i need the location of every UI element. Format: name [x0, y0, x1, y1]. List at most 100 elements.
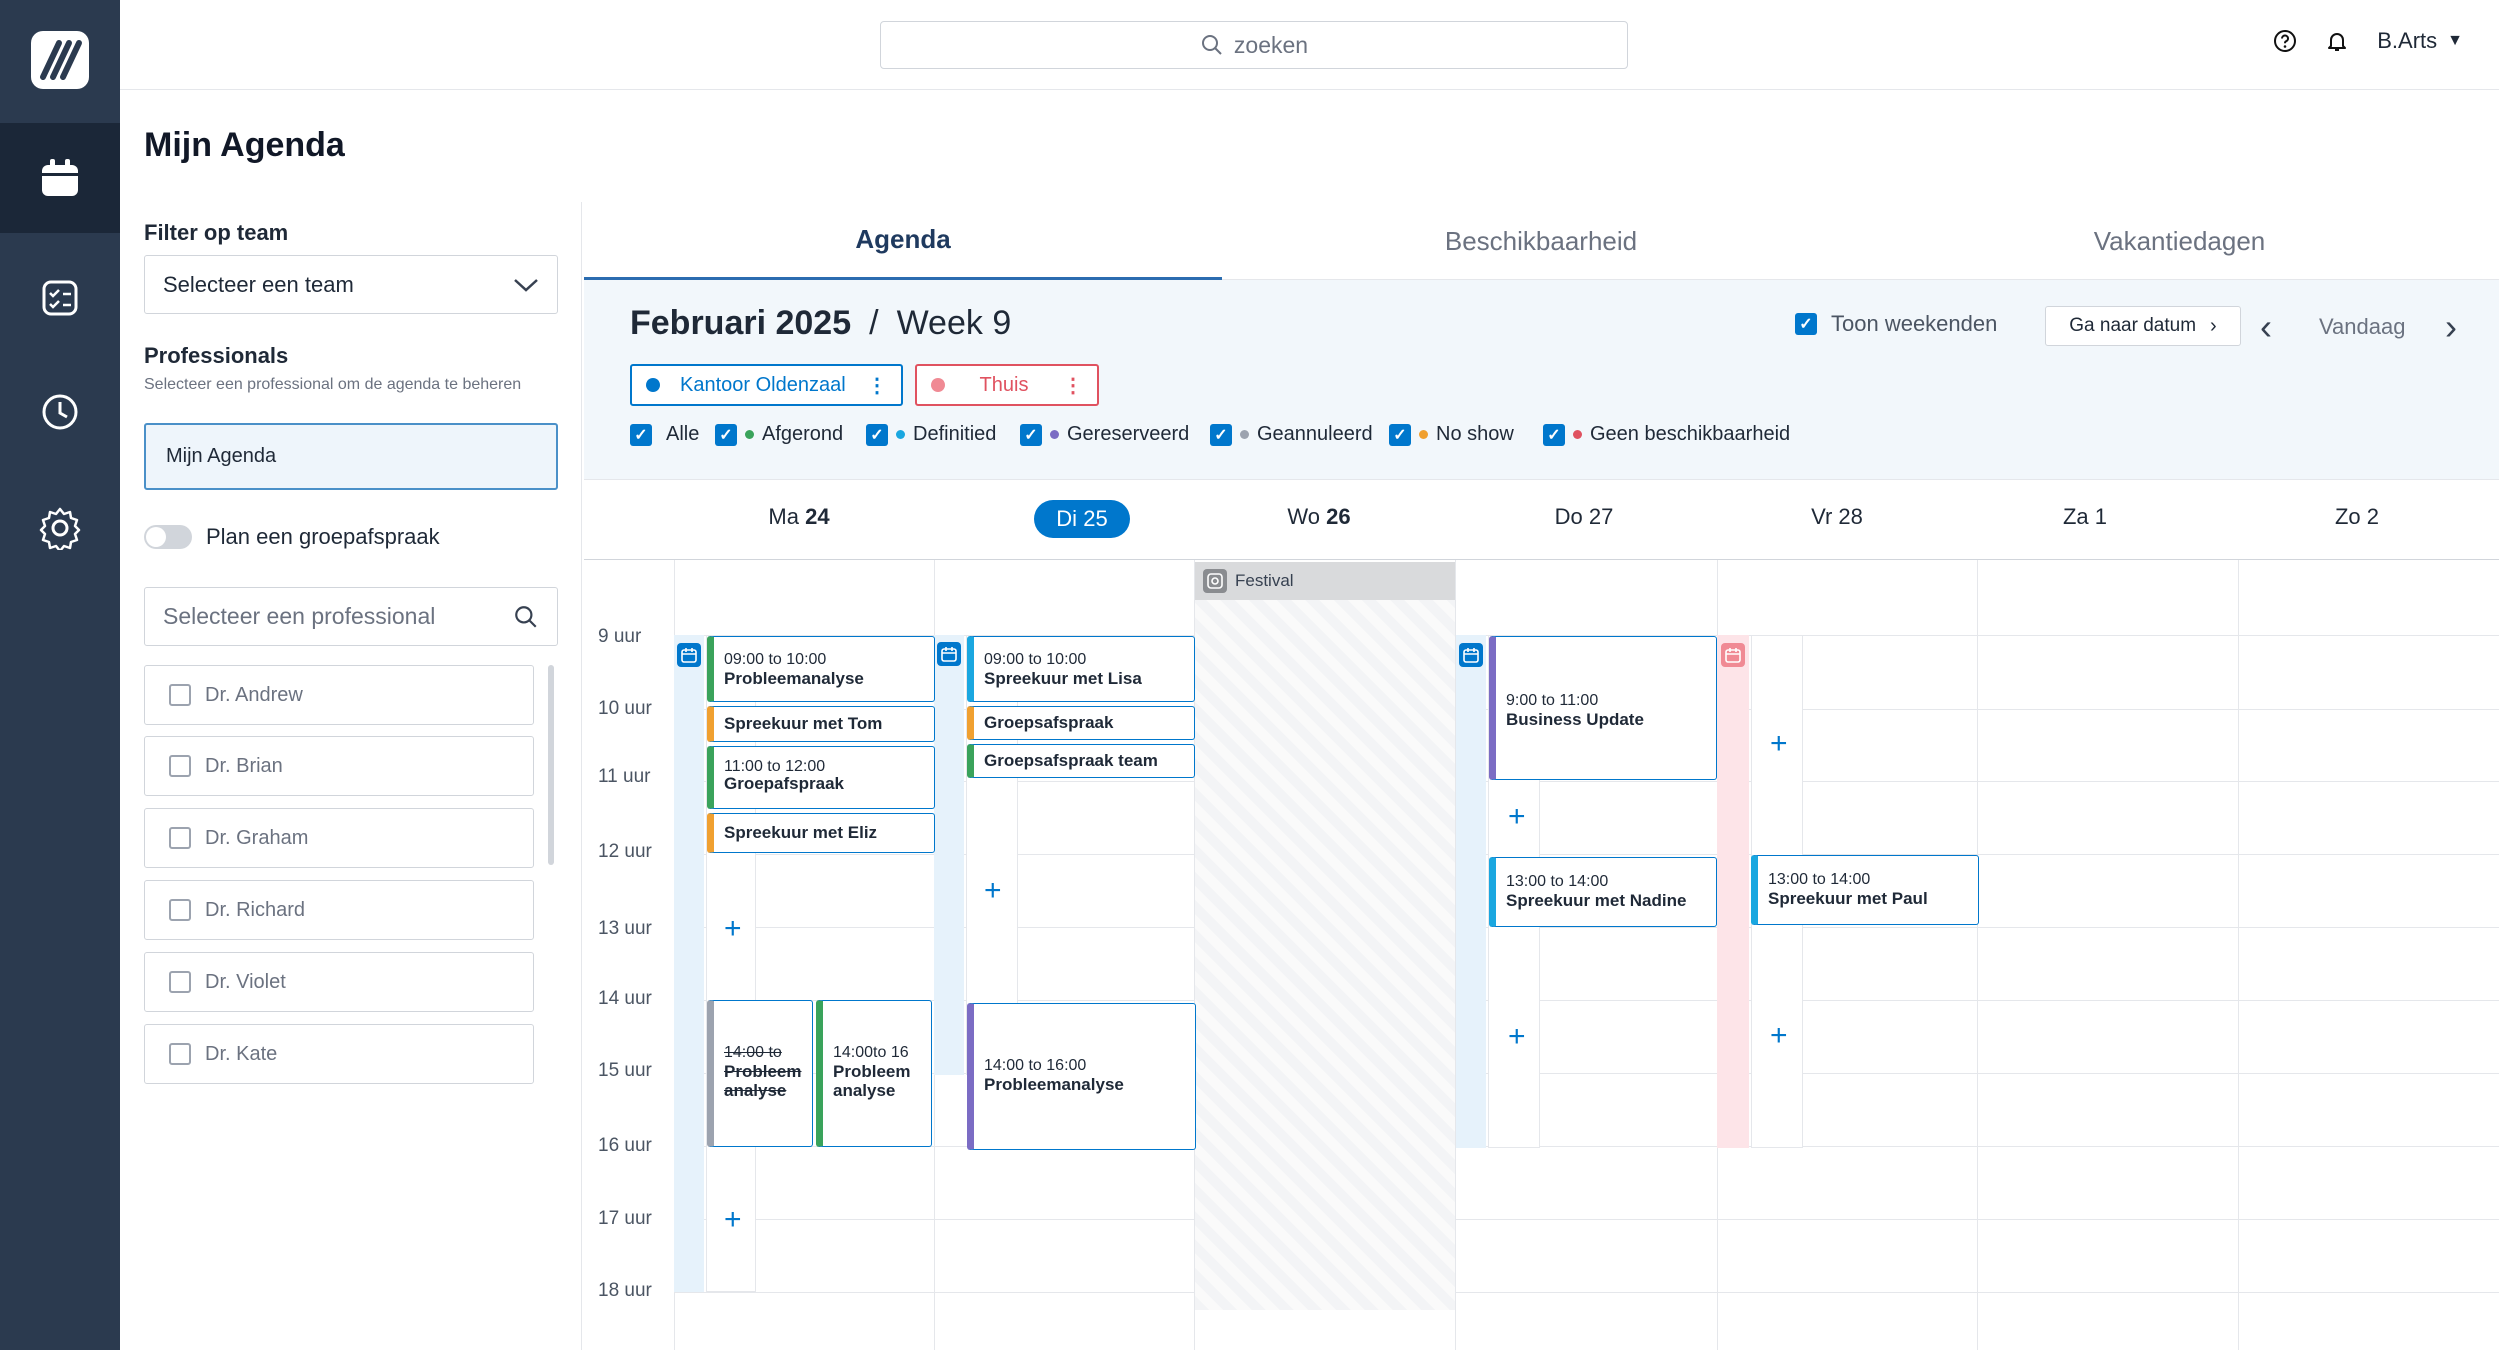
professional-item[interactable]: Dr. Brian — [144, 736, 534, 796]
add-appointment-icon[interactable]: + — [1508, 1020, 1526, 1054]
help-icon[interactable] — [2273, 29, 2297, 53]
allday-label: Festival — [1235, 571, 1294, 590]
day-number: 24 — [805, 504, 830, 529]
check-icon[interactable]: ✓ — [1389, 423, 1411, 446]
legend-label: Definitied — [913, 423, 997, 445]
legend-geannuleerd[interactable]: ✓ Geannuleerd — [1210, 423, 1373, 446]
check-icon[interactable]: ✓ — [866, 423, 888, 446]
legend-definitied[interactable]: ✓ Definitied — [866, 423, 996, 446]
checkbox[interactable] — [169, 971, 191, 993]
gear-icon — [39, 507, 81, 550]
appointment[interactable]: Groepsafspraak — [967, 706, 1195, 740]
add-appointment-icon[interactable]: + — [1770, 727, 1788, 761]
appointment[interactable]: 09:00 to 10:00 Probleemanalyse — [707, 636, 935, 702]
add-appointment-icon[interactable]: + — [984, 874, 1002, 908]
checkbox[interactable] — [169, 827, 191, 849]
professional-item[interactable]: Dr. Graham — [144, 808, 534, 868]
tab-agenda[interactable]: Agenda — [584, 202, 1222, 280]
professional-item[interactable]: Dr. Kate — [144, 1024, 534, 1084]
add-appointment-icon[interactable]: + — [1770, 1019, 1788, 1053]
rail-tasks[interactable] — [0, 243, 120, 353]
calendar-icon[interactable] — [1721, 643, 1745, 667]
appointment-title: Spreekuur met Nadine — [1506, 891, 1687, 910]
legend-gereserveerd[interactable]: ✓ Gereserveerd — [1020, 423, 1189, 446]
scrollbar[interactable] — [548, 665, 554, 865]
rail-agenda[interactable] — [0, 123, 120, 233]
location-chip-home[interactable]: Thuis ⋮ — [915, 364, 1099, 406]
legend-all[interactable]: ✓ Alle — [630, 423, 699, 446]
calendar-icon[interactable] — [1459, 643, 1483, 667]
appointment[interactable]: 14:00 to 16:00 Probleemanalyse — [967, 1003, 1196, 1150]
checkbox[interactable] — [169, 1043, 191, 1065]
check-icon[interactable]: ✓ — [715, 423, 737, 446]
legend-unavailable[interactable]: ✓ Geen beschikbaarheid — [1543, 423, 1790, 446]
team-select[interactable]: Selecteer een team — [144, 255, 558, 314]
more-vertical-icon[interactable]: ⋮ — [867, 373, 887, 398]
tab-beschikbaarheid[interactable]: Beschikbaarheid — [1222, 202, 1860, 280]
day-label-fri[interactable]: Vr 28 — [1767, 504, 1907, 530]
professional-item[interactable]: Dr. Richard — [144, 880, 534, 940]
day-label-sun[interactable]: Zo 2 — [2287, 504, 2427, 530]
calendar-icon[interactable] — [937, 642, 961, 666]
professional-name: Dr. Richard — [205, 898, 306, 921]
appointment[interactable]: 11:00 to 12:00 Groepafspraak — [707, 746, 935, 809]
checkbox[interactable] — [169, 899, 191, 921]
show-weekends[interactable]: ✓ Toon weekenden — [1795, 311, 1997, 337]
add-appointment-icon[interactable]: + — [724, 912, 742, 946]
grid-line — [674, 1146, 2499, 1147]
appointment[interactable]: 09:00 to 10:00 Spreekuur met Lisa — [967, 636, 1195, 702]
day-label-thu[interactable]: Do 27 — [1514, 504, 1654, 530]
search-icon — [515, 605, 537, 628]
more-vertical-icon[interactable]: ⋮ — [1063, 373, 1083, 398]
chevron-down-icon — [514, 278, 538, 292]
grid-col — [1977, 560, 1978, 1350]
appointment[interactable]: 13:00 to 14:00 Spreekuur met Nadine — [1489, 857, 1717, 927]
rail-history[interactable] — [0, 357, 120, 467]
calendar-icon[interactable] — [677, 643, 701, 667]
appointment[interactable]: Groepsafspraak team — [967, 744, 1195, 778]
day-label-tue[interactable]: Di 25 — [1012, 500, 1152, 538]
check-icon[interactable]: ✓ — [1795, 313, 1817, 335]
appointment[interactable]: Spreekuur met Tom — [707, 706, 935, 742]
professional-search[interactable]: Selecteer een professional — [144, 587, 558, 646]
appointment[interactable]: Spreekuur met Eliz — [707, 813, 935, 853]
appointment[interactable]: 13:00 to 14:00 Spreekuur met Paul — [1751, 855, 1979, 925]
checkbox[interactable] — [169, 755, 191, 777]
search-input[interactable]: zoeken — [880, 21, 1628, 69]
checkbox[interactable] — [169, 684, 191, 706]
check-icon[interactable]: ✓ — [1210, 423, 1232, 446]
appointment[interactable]: 14:00 to Probleem analyse — [707, 1000, 813, 1147]
location-chip-office[interactable]: Kantoor Oldenzaal ⋮ — [630, 364, 903, 406]
next-week-icon[interactable]: › — [2445, 306, 2457, 348]
check-icon[interactable]: ✓ — [1020, 423, 1042, 446]
goto-date-button[interactable]: Ga naar datum › — [2045, 306, 2241, 346]
legend-afgerond[interactable]: ✓ Afgerond — [715, 423, 843, 446]
day-prefix: Ma — [768, 504, 799, 529]
check-icon[interactable]: ✓ — [1543, 423, 1565, 446]
appointment[interactable]: 14:00to 16 Probleem analyse — [816, 1000, 932, 1147]
allday-event[interactable]: Festival — [1195, 562, 1455, 600]
day-label-sat[interactable]: Za 1 — [2015, 504, 2155, 530]
appointment-time: 14:00 to — [724, 1044, 782, 1061]
bell-icon[interactable] — [2325, 29, 2349, 53]
legend-no-show[interactable]: ✓ No show — [1389, 423, 1514, 446]
location-name: Kantoor Oldenzaal — [680, 373, 846, 396]
professional-item[interactable]: Dr. Violet — [144, 952, 534, 1012]
add-appointment-icon[interactable]: + — [724, 1203, 742, 1237]
tab-vakantiedagen[interactable]: Vakantiedagen — [1860, 202, 2499, 280]
user-menu[interactable]: B.Arts ▼ — [2377, 28, 2463, 54]
prev-week-icon[interactable]: ‹ — [2260, 306, 2272, 348]
view-tabs: Agenda Beschikbaarheid Vakantiedagen — [584, 202, 2499, 280]
day-label-mon[interactable]: Ma 24 — [729, 504, 869, 530]
day-label-wed[interactable]: Wo 26 — [1249, 504, 1389, 530]
day-number: 28 — [1838, 504, 1863, 529]
group-toggle[interactable] — [144, 525, 192, 549]
check-icon[interactable]: ✓ — [630, 423, 652, 446]
appointment[interactable]: 9:00 to 11:00 Business Update — [1489, 636, 1717, 780]
logo-icon[interactable] — [0, 5, 120, 115]
selected-agenda[interactable]: Mijn Agenda — [144, 423, 558, 490]
today-button[interactable]: Vandaag — [2319, 314, 2405, 340]
rail-settings[interactable] — [0, 473, 120, 583]
professional-item[interactable]: Dr. Andrew — [144, 665, 534, 725]
add-appointment-icon[interactable]: + — [1508, 800, 1526, 834]
